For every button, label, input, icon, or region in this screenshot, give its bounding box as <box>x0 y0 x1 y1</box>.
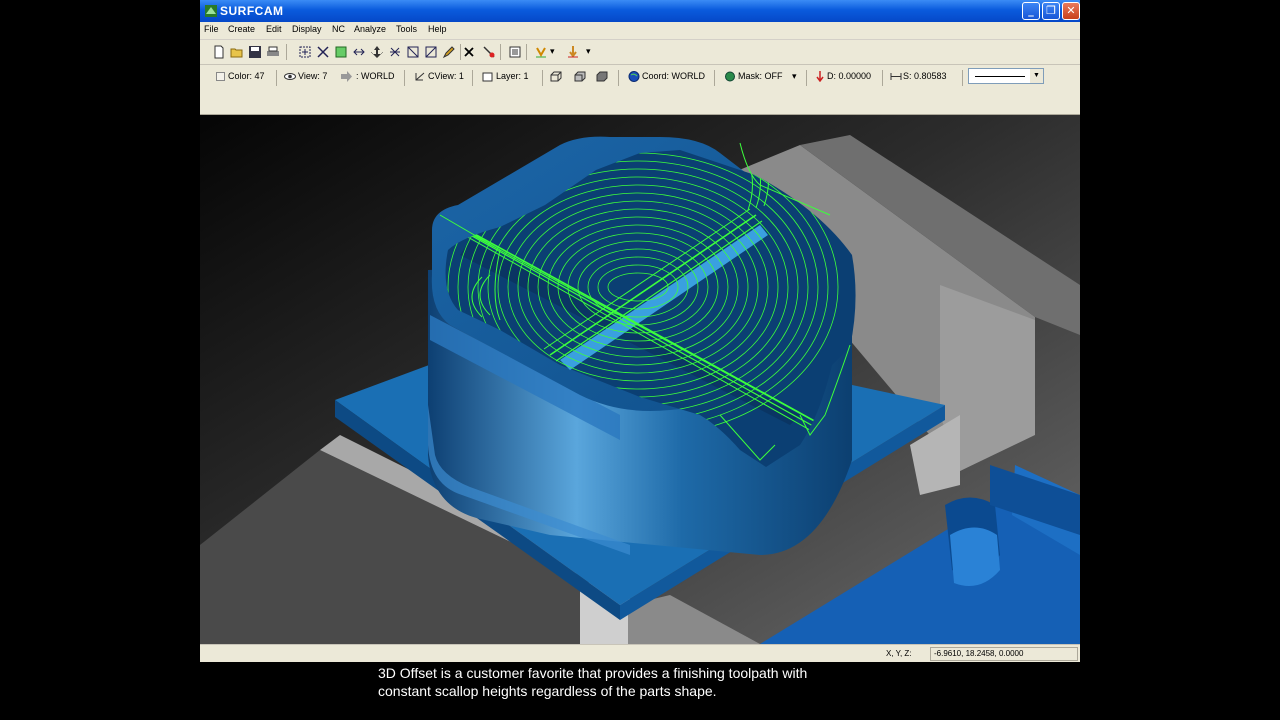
coord-label[interactable]: Coord: WORLD <box>642 71 705 81</box>
menu-analyze[interactable]: Analyze <box>354 24 386 34</box>
menu-help[interactable]: Help <box>428 24 447 34</box>
menu-bar: File Create Edit Display NC Analyze Tool… <box>200 22 1080 40</box>
color-label[interactable]: Color: 47 <box>228 71 265 81</box>
zoom-extents-icon[interactable] <box>424 45 438 59</box>
menu-create[interactable]: Create <box>228 24 255 34</box>
surfcam-window: SURFCAM _ ❐ ✕ File Create Edit Display N… <box>200 0 1080 662</box>
coordinate-readout: -6.9610, 18.2458, 0.0000 <box>930 647 1078 661</box>
zoom-icon[interactable] <box>406 45 420 59</box>
graphics-viewport[interactable] <box>200 115 1080 644</box>
status-toolbar: Color: 47 View: 7 : WORLD CView: 1 Layer… <box>200 65 1080 89</box>
view-label[interactable]: View: 7 <box>298 71 327 81</box>
eye-view-icon <box>284 73 296 80</box>
globe-icon <box>628 71 640 82</box>
chevron-down-icon[interactable]: ▼ <box>1030 69 1043 83</box>
cview-label[interactable]: CView: 1 <box>428 71 464 81</box>
solid-cube-icon[interactable] <box>596 71 608 82</box>
snap-icon[interactable] <box>534 45 548 59</box>
machined-part <box>428 136 856 555</box>
toolbar-separator <box>526 44 527 60</box>
toolbar-separator <box>542 70 543 86</box>
status-bar: X, Y, Z: -6.9610, 18.2458, 0.0000 <box>200 644 1080 662</box>
trim-icon[interactable] <box>482 45 496 59</box>
construction-view-icon <box>415 72 425 81</box>
save-icon[interactable] <box>248 45 262 59</box>
mask-icon <box>725 71 735 82</box>
pan-icon[interactable] <box>370 45 384 59</box>
title-bar[interactable]: SURFCAM _ ❐ ✕ <box>200 0 1080 22</box>
line-style-preview <box>975 76 1025 77</box>
depth-icon <box>816 71 824 82</box>
menu-file[interactable]: File <box>204 24 219 34</box>
toolbar-separator <box>404 70 405 86</box>
chevron-down-icon[interactable]: ▾ <box>792 71 797 82</box>
chevron-down-icon[interactable]: ▾ <box>550 46 555 57</box>
menu-display[interactable]: Display <box>292 24 322 34</box>
standard-toolbar: ▾ ▾ <box>200 40 1080 65</box>
print-icon[interactable] <box>266 45 280 59</box>
color-swatch-icon[interactable] <box>216 72 225 81</box>
close-button[interactable]: ✕ <box>1062 2 1080 20</box>
point-arrow-icon[interactable] <box>566 45 580 59</box>
toolbar-separator <box>882 70 883 86</box>
line-style-dropdown[interactable]: ▼ <box>968 68 1044 84</box>
caption-line-2: constant scallop heights regardless of t… <box>378 683 717 699</box>
layer-icon <box>482 72 493 82</box>
maximize-button[interactable]: ❐ <box>1042 2 1060 20</box>
surfcam-app-icon <box>205 5 217 17</box>
toolbar-separator <box>618 70 619 86</box>
toolbar-separator <box>500 44 501 60</box>
toolbar-separator <box>286 44 287 60</box>
redraw-icon[interactable] <box>352 45 366 59</box>
empty-toolbar-area <box>200 89 1080 115</box>
zoom-all-icon[interactable] <box>316 45 330 59</box>
toolbar-separator <box>714 70 715 86</box>
mask-label[interactable]: Mask: OFF <box>738 71 783 81</box>
step-icon <box>890 73 902 80</box>
minimize-button[interactable]: _ <box>1022 2 1040 20</box>
depth-label[interactable]: D: 0.00000 <box>827 71 871 81</box>
dynamic-rotate-icon[interactable] <box>334 45 348 59</box>
menu-tools[interactable]: Tools <box>396 24 417 34</box>
window-title: SURFCAM <box>220 4 284 18</box>
caption-line-1: 3D Offset is a customer favorite that pr… <box>378 665 808 681</box>
edit-pencil-icon[interactable] <box>442 45 456 59</box>
toolbar-separator <box>472 70 473 86</box>
zoom-window-icon[interactable] <box>298 45 312 59</box>
wireframe-cube-icon[interactable] <box>550 71 562 82</box>
list-icon[interactable] <box>508 45 522 59</box>
menu-edit[interactable]: Edit <box>266 24 282 34</box>
toolbar-separator <box>962 70 963 86</box>
rotate-icon[interactable] <box>388 45 402 59</box>
new-file-icon[interactable] <box>212 45 226 59</box>
toolbar-separator <box>806 70 807 86</box>
open-folder-icon[interactable] <box>230 45 244 59</box>
video-caption: 3D Offset is a customer favorite that pr… <box>378 664 978 700</box>
menu-nc[interactable]: NC <box>332 24 345 34</box>
world-label[interactable]: : WORLD <box>356 71 395 81</box>
shaded-cube-icon[interactable] <box>574 71 586 82</box>
chevron-down-icon[interactable]: ▾ <box>586 46 591 57</box>
toolbar-separator <box>276 70 277 86</box>
toolbar-separator <box>460 44 461 60</box>
arrow-right-icon <box>341 71 352 82</box>
delete-icon[interactable] <box>462 45 476 59</box>
layer-label[interactable]: Layer: 1 <box>496 71 529 81</box>
step-label[interactable]: S: 0.80583 <box>903 71 947 81</box>
coordinate-label: X, Y, Z: <box>886 649 912 658</box>
